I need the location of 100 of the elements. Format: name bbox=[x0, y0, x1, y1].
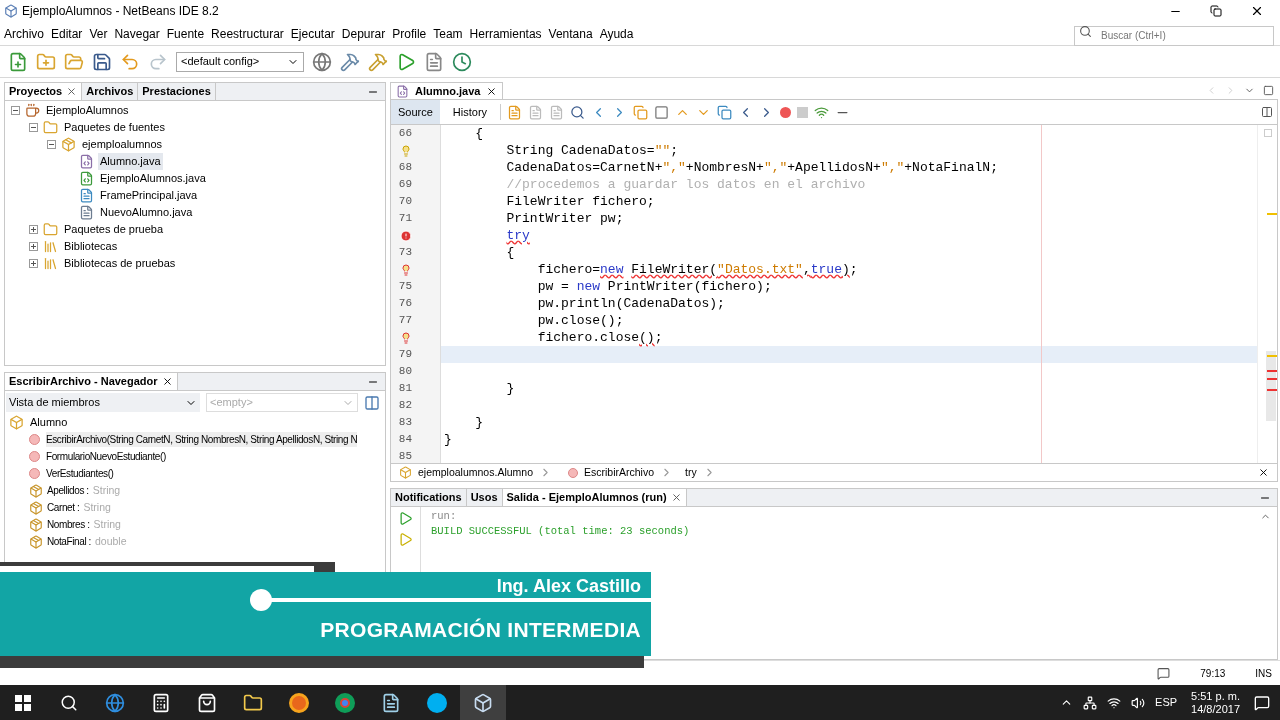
action-center-icon[interactable] bbox=[1254, 694, 1270, 711]
output-line: BUILD SUCCESSFUL (total time: 23 seconds) bbox=[431, 524, 690, 539]
windows-start-icon[interactable] bbox=[15, 694, 31, 711]
undo-icon[interactable] bbox=[120, 51, 140, 72]
expand-toggle[interactable] bbox=[29, 225, 38, 234]
tree-item[interactable]: Paquetes de fuentes bbox=[62, 119, 167, 136]
menu-item[interactable]: Ver bbox=[89, 24, 108, 43]
new-file-icon[interactable] bbox=[8, 51, 28, 72]
error-bulb-icon[interactable] bbox=[400, 263, 412, 276]
menu-item[interactable]: Navegar bbox=[114, 24, 160, 43]
error-icon[interactable] bbox=[400, 229, 412, 242]
panel-tab[interactable]: Proyectos bbox=[5, 83, 83, 100]
clock-time[interactable]: 5:51 p. m. bbox=[1191, 689, 1240, 703]
warning-bulb-icon[interactable] bbox=[400, 144, 412, 157]
line-number: 71 bbox=[398, 211, 412, 227]
expand-toggle[interactable] bbox=[29, 242, 38, 251]
rerun-icon[interactable] bbox=[398, 511, 413, 526]
new-project-icon[interactable] bbox=[36, 51, 56, 72]
menu-item[interactable]: Reestructurar bbox=[211, 24, 284, 43]
run-icon[interactable] bbox=[396, 51, 416, 72]
clock-date[interactable]: 14/8/2017 bbox=[1191, 702, 1240, 716]
menu-item[interactable]: Ventana bbox=[548, 24, 593, 43]
split-icon[interactable] bbox=[1261, 106, 1273, 118]
clean-build-icon[interactable] bbox=[368, 51, 388, 72]
find-icon[interactable] bbox=[570, 104, 586, 120]
toggle-bookmark-icon[interactable] bbox=[717, 104, 733, 120]
view-dropdown[interactable]: Vista de miembros bbox=[6, 393, 200, 412]
menu-item[interactable]: Archivo bbox=[4, 24, 44, 43]
close-icon[interactable] bbox=[161, 376, 173, 387]
maximize-icon[interactable] bbox=[1263, 85, 1274, 96]
store-icon[interactable] bbox=[197, 692, 217, 713]
menu-item[interactable]: Editar bbox=[51, 24, 83, 43]
tree-item[interactable]: EjemploAlumnos bbox=[44, 102, 131, 119]
breadcrumb-item[interactable]: EscribirArchivo bbox=[584, 464, 654, 481]
hammer-icon[interactable] bbox=[340, 51, 360, 72]
tree-item[interactable]: EscribirArchivo(String CarnetN, String NombresN, String ApellidosN, String N bbox=[46, 432, 358, 447]
search-field[interactable]: Buscar (Ctrl+I) bbox=[1074, 25, 1274, 46]
line-number: 77 bbox=[398, 313, 412, 329]
package-icon bbox=[61, 137, 76, 152]
menu-item[interactable]: Team bbox=[433, 24, 463, 43]
code-line: { bbox=[474, 126, 484, 141]
menu-item[interactable]: Ayuda bbox=[599, 24, 634, 43]
menu-item[interactable]: Fuente bbox=[166, 24, 205, 43]
tree-item[interactable]: ejemploalumnos bbox=[80, 136, 165, 153]
config-dropdown[interactable]: <default config> bbox=[176, 51, 304, 72]
search-icon bbox=[1079, 25, 1092, 38]
round-browser-icon[interactable] bbox=[335, 692, 355, 713]
line-number: 66 bbox=[398, 126, 412, 142]
panel-tab[interactable]: EscribirArchivo - Navegador bbox=[5, 373, 178, 390]
tree-item[interactable]: Nombres : bbox=[47, 517, 90, 532]
view-tab[interactable]: Source bbox=[391, 100, 440, 124]
language-indicator[interactable]: ESP bbox=[1155, 694, 1178, 711]
class-file-icon bbox=[396, 84, 409, 98]
tree-item[interactable]: EjemploAlumnos.java bbox=[98, 170, 208, 187]
tree-item[interactable]: Bibliotecas bbox=[62, 238, 120, 255]
expand-toggle[interactable] bbox=[29, 259, 38, 268]
open-project-icon[interactable] bbox=[64, 51, 84, 72]
error-bulb-icon[interactable] bbox=[400, 331, 412, 344]
notepad-icon[interactable] bbox=[381, 692, 401, 713]
tree-item[interactable]: Alumno.java bbox=[98, 153, 163, 170]
menu-item[interactable]: Ejecutar bbox=[290, 24, 335, 43]
tree-item[interactable]: NuevoAlumno.java bbox=[98, 204, 195, 221]
menu-item[interactable]: Depurar bbox=[341, 24, 386, 43]
close-icon[interactable] bbox=[1250, 4, 1264, 18]
globe-icon[interactable] bbox=[312, 51, 332, 72]
tree-item[interactable]: Apellidos : bbox=[47, 483, 89, 498]
layout-icon[interactable] bbox=[364, 394, 380, 411]
menu-item[interactable]: Profile bbox=[392, 24, 427, 43]
calculator-icon[interactable] bbox=[151, 692, 171, 713]
volume-icon[interactable] bbox=[1131, 695, 1146, 710]
tree-item[interactable]: Paquetes de prueba bbox=[62, 221, 166, 238]
tree-item[interactable]: NotaFinal : bbox=[47, 534, 91, 549]
save-icon[interactable] bbox=[92, 51, 112, 72]
close-icon[interactable] bbox=[486, 85, 498, 97]
collapse-toggle[interactable] bbox=[11, 106, 20, 115]
panel-tab[interactable]: Salida - EjemploAlumnos (run) bbox=[502, 489, 687, 506]
tree-item[interactable]: Alumno bbox=[30, 414, 68, 431]
collapse-toggle[interactable] bbox=[47, 140, 56, 149]
restore-icon[interactable] bbox=[1210, 5, 1222, 17]
breadcrumb-item[interactable]: ejemploalumnos.Alumno bbox=[418, 464, 533, 481]
folder-icon[interactable] bbox=[243, 692, 263, 713]
network-icon[interactable] bbox=[1083, 695, 1098, 710]
tree-item[interactable]: VerEstudiantes() bbox=[46, 466, 114, 481]
notifications-icon[interactable] bbox=[1157, 666, 1171, 680]
profile-icon[interactable] bbox=[452, 51, 472, 72]
view-tab[interactable]: History bbox=[445, 100, 495, 124]
wifi-icon[interactable] bbox=[1107, 695, 1122, 710]
search-icon[interactable] bbox=[60, 693, 78, 712]
editor-tab[interactable]: Alumno.java bbox=[390, 82, 504, 99]
menu-item[interactable]: Herramientas bbox=[469, 24, 542, 43]
collapse-toggle[interactable] bbox=[29, 123, 38, 132]
close-icon[interactable] bbox=[1258, 467, 1269, 478]
tree-item[interactable]: Bibliotecas de pruebas bbox=[62, 255, 178, 272]
cube-app-icon[interactable] bbox=[473, 692, 493, 713]
tree-item[interactable]: FramePrincipal.java bbox=[98, 187, 200, 204]
tree-item[interactable]: FormularioNuevoEstudiante() bbox=[46, 449, 166, 464]
breadcrumb-item[interactable]: try bbox=[685, 464, 697, 481]
browser-icon[interactable] bbox=[105, 692, 125, 713]
record-macro-icon[interactable] bbox=[780, 106, 792, 118]
tree-item[interactable]: Carnet : bbox=[47, 500, 80, 515]
